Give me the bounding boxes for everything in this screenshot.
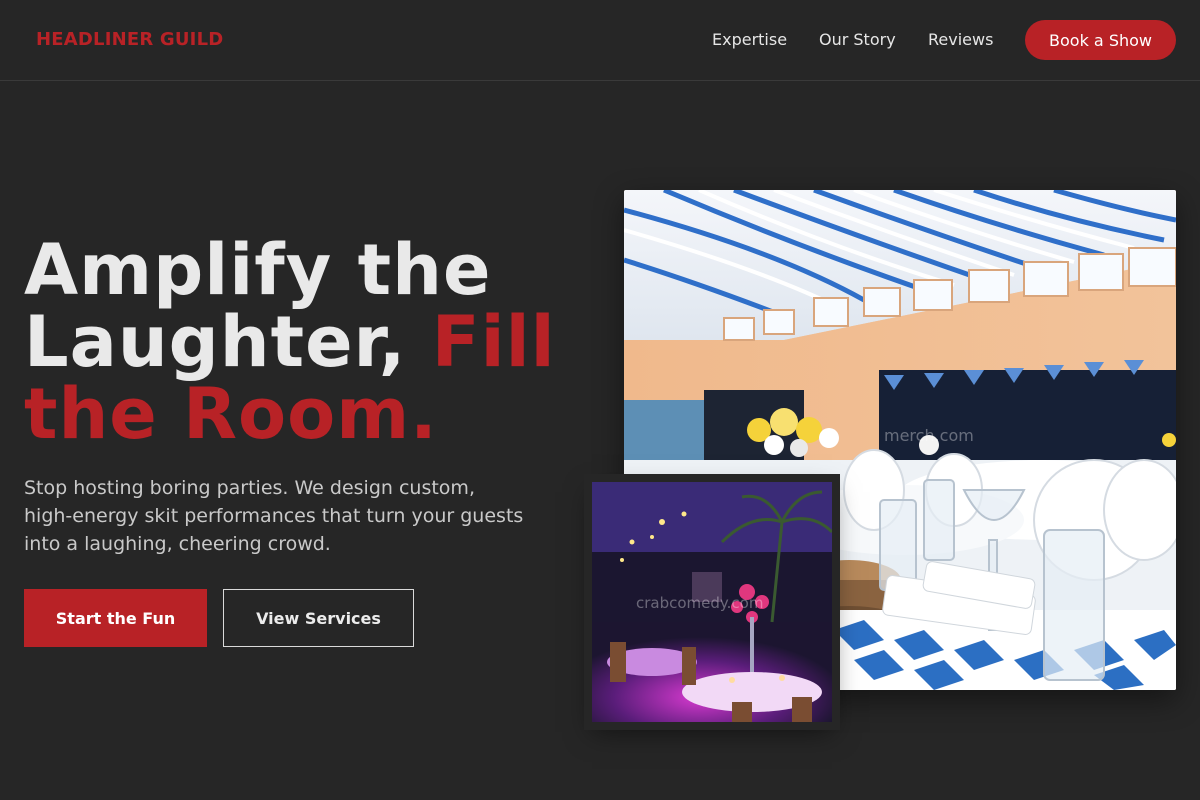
book-show-button[interactable]: Book a Show bbox=[1025, 20, 1176, 60]
evening-venue-photo: crabcomedy.com bbox=[584, 474, 840, 730]
hero-title-line1: Amplify the bbox=[24, 229, 492, 311]
hero-title-accent: Fill bbox=[431, 301, 556, 383]
brand-logo[interactable]: HEADLINER GUILD bbox=[36, 29, 223, 50]
nav-link-expertise[interactable]: Expertise bbox=[712, 30, 787, 49]
photo-watermark: merch.com bbox=[884, 426, 974, 445]
nav-link-reviews[interactable]: Reviews bbox=[928, 30, 993, 49]
view-services-button[interactable]: View Services bbox=[223, 589, 414, 647]
hero-title-accent-2: the Room. bbox=[24, 373, 438, 455]
top-navbar: HEADLINER GUILD Expertise Our Story Revi… bbox=[0, 0, 1200, 81]
inset-watermark: crabcomedy.com bbox=[636, 594, 764, 612]
start-fun-button[interactable]: Start the Fun bbox=[24, 589, 207, 647]
hero-title-line2: Laughter, bbox=[24, 301, 407, 383]
hero-subtitle: Stop hosting boring parties. We design c… bbox=[24, 477, 524, 555]
nav-link-our-story[interactable]: Our Story bbox=[819, 30, 896, 49]
hero-title: Amplify the Laughter, Fill the Room. bbox=[24, 234, 584, 450]
